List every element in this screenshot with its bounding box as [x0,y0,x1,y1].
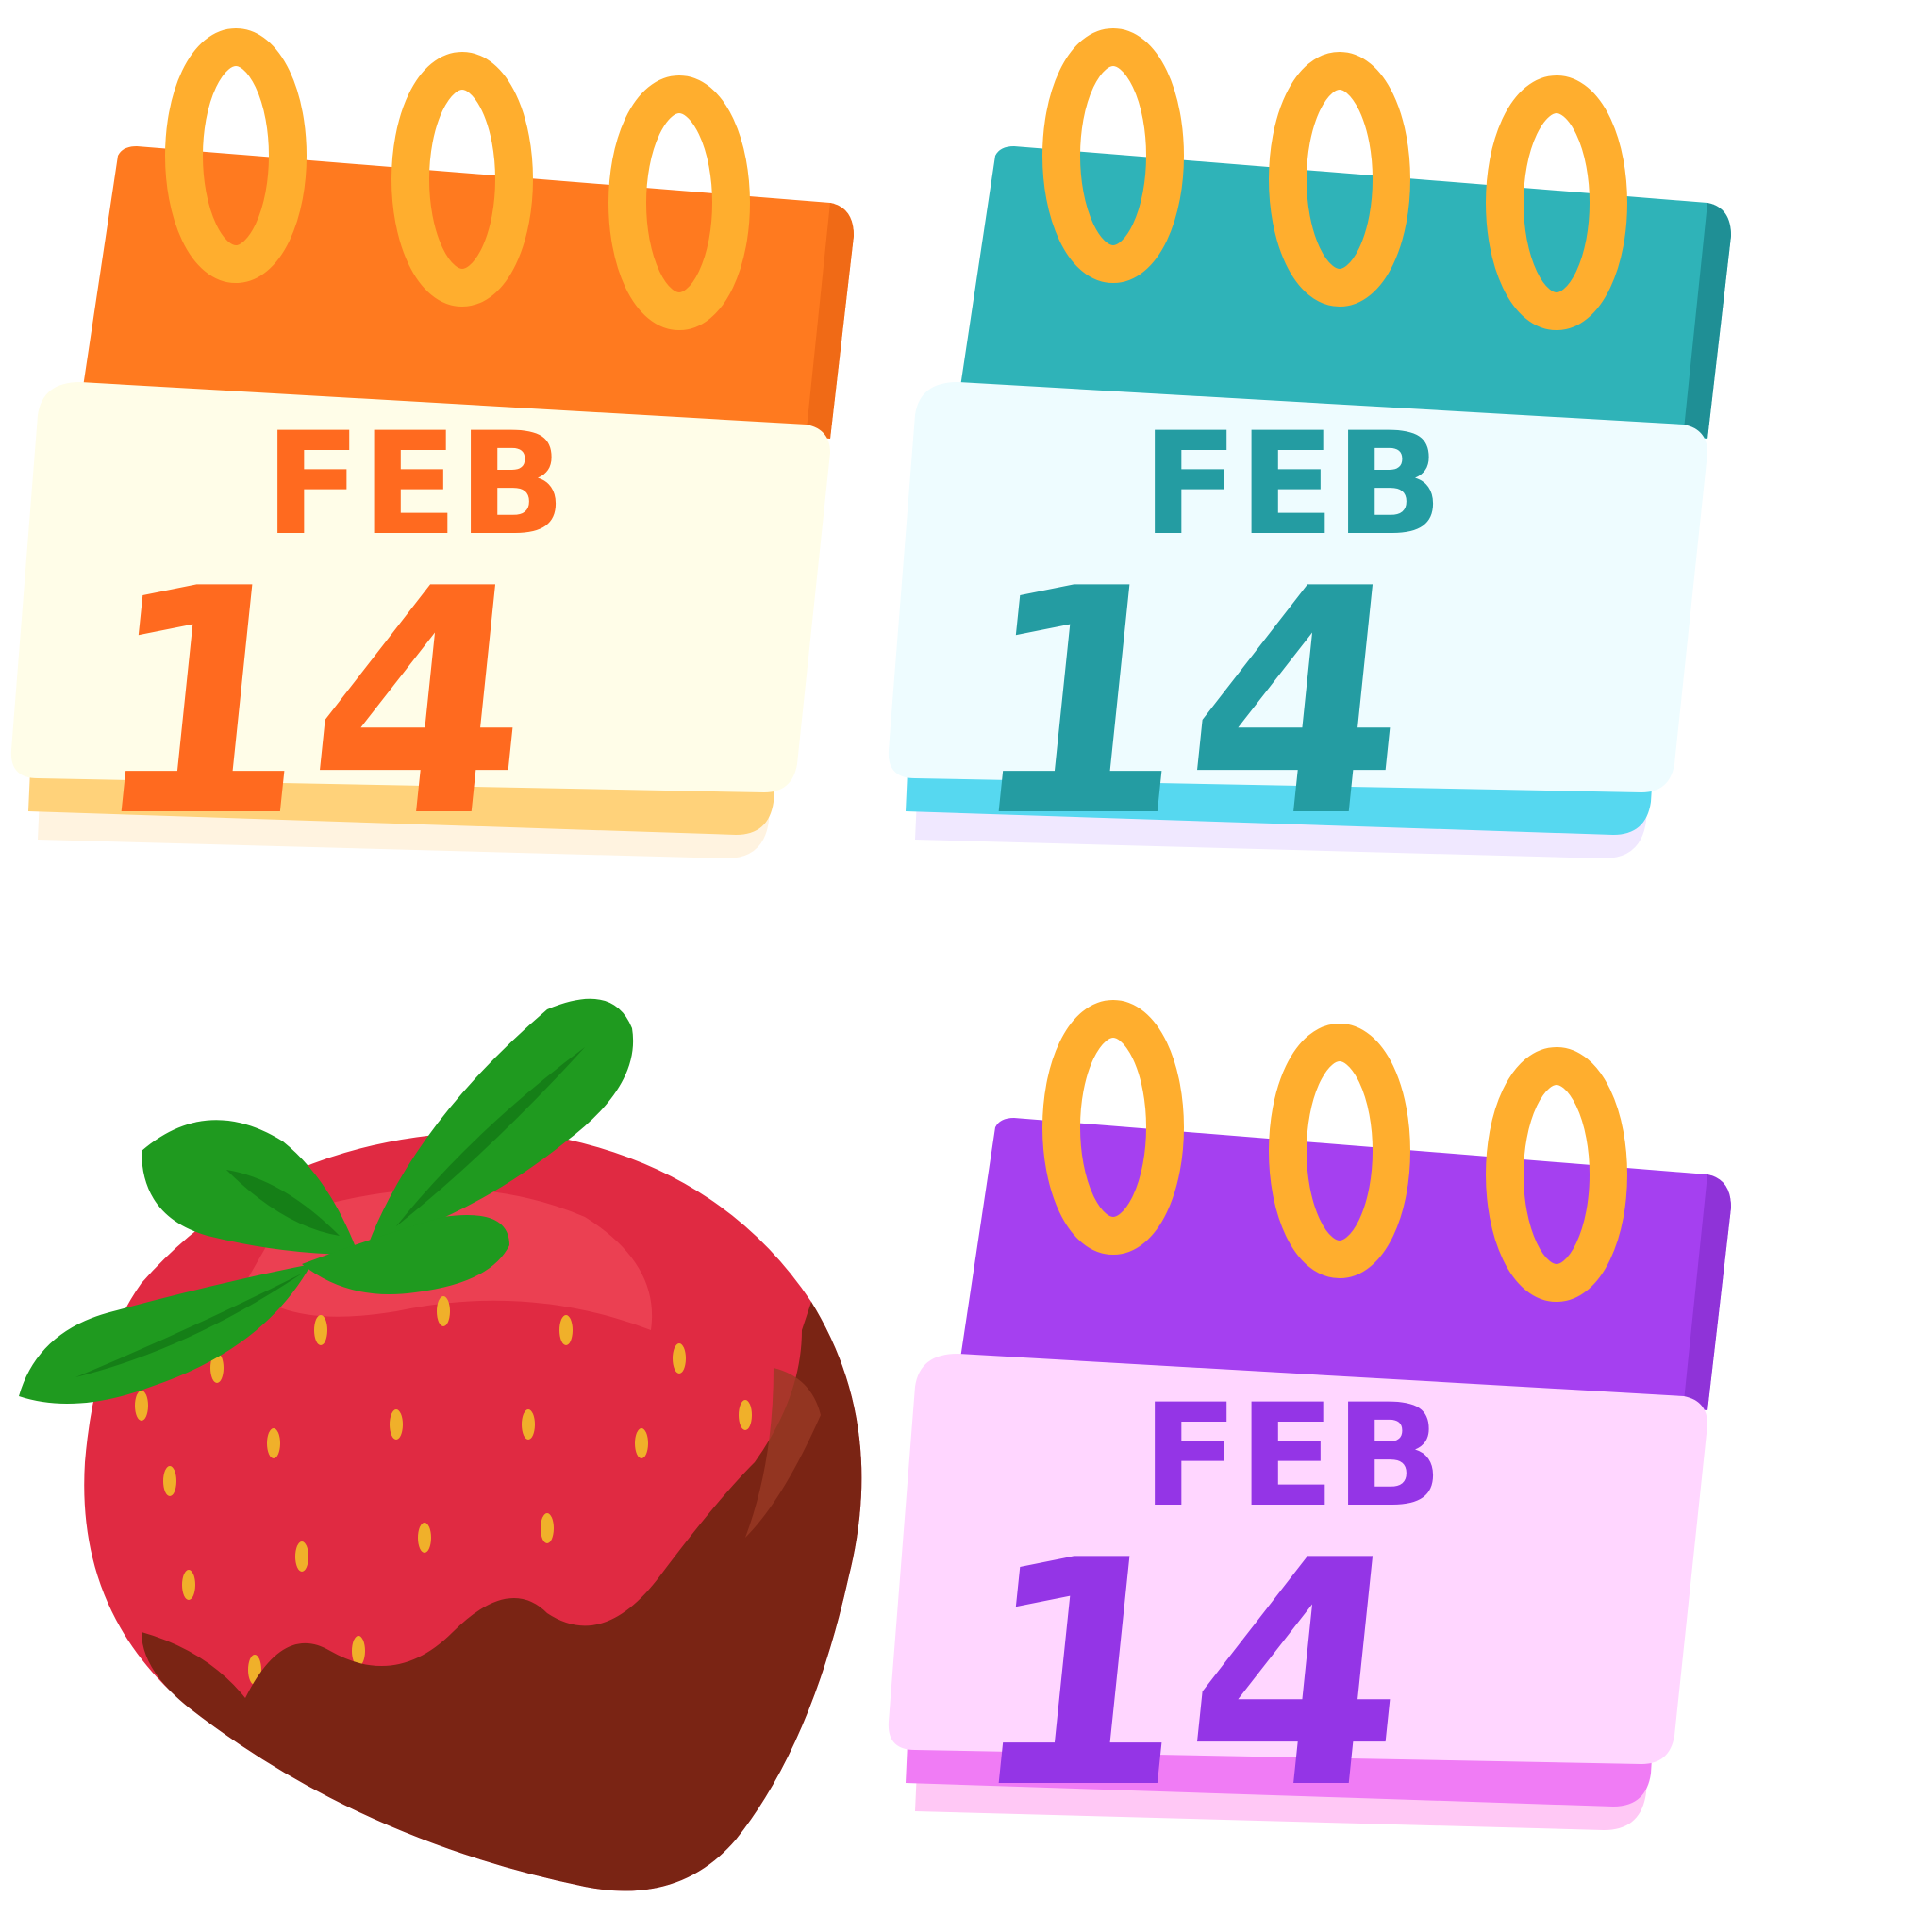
calendar-icon: FEB 14 [10,28,854,886]
calendar-icon-orange: FEB 14 [0,9,854,886]
calendar-icon: FEB 14 [888,1000,1731,1857]
calendar-icon-teal: FEB 14 [877,9,1731,886]
calendar-day: 14 [955,524,1426,886]
chocolate-strawberry-icon [0,972,887,1915]
calendar-day: 14 [955,1495,1426,1857]
calendar-day: 14 [77,524,549,886]
calendar-icon-purple: FEB 14 [877,981,1731,1857]
strawberry-icon [19,998,862,1891]
calendar-icon: FEB 14 [888,28,1731,886]
